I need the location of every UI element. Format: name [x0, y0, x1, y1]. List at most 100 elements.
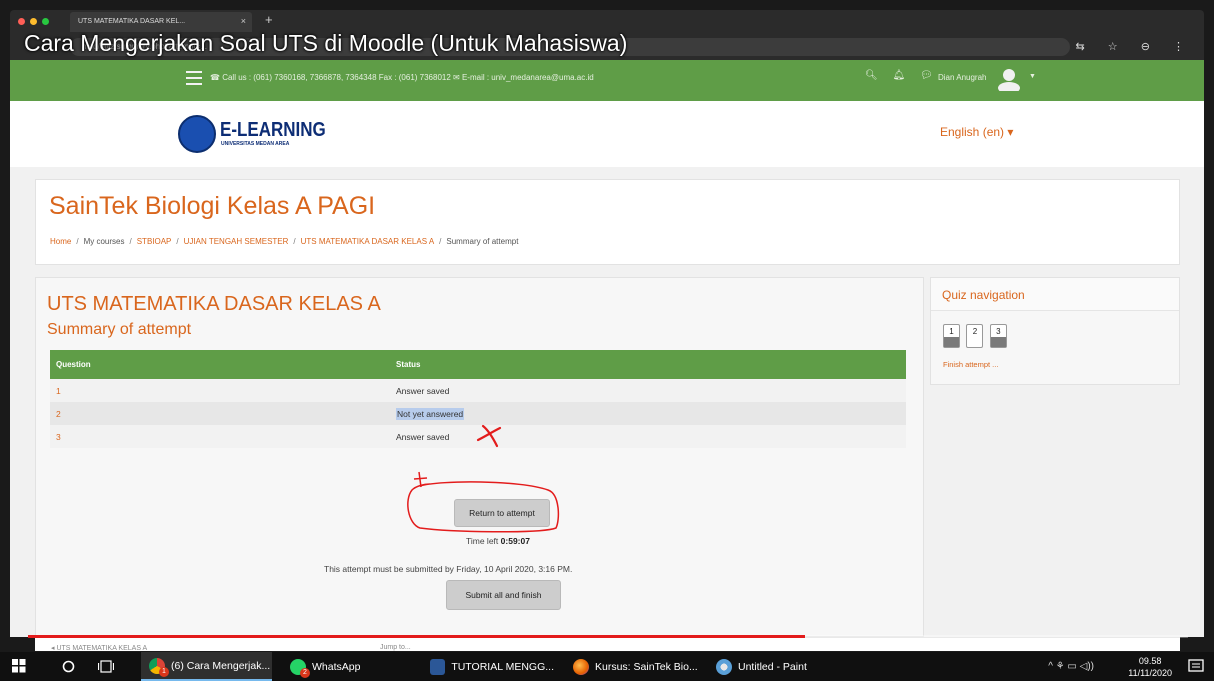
- tab-title: UTS MATEMATIKA DASAR KEL...: [78, 18, 186, 25]
- nav-icons: 🔍︎ 🔔︎ 💬︎: [865, 70, 945, 81]
- table-row: 2 Not yet answered: [50, 402, 906, 425]
- time-left-label: Time left: [466, 536, 499, 546]
- quiz-title: UTS MATEMATIKA DASAR KELAS A: [47, 293, 381, 315]
- attempt-summary-table: Question Status 1 Answer saved 2 Not yet…: [50, 350, 906, 448]
- video-title: Cara Mengerjakan Soal UTS di Moodle (Unt…: [24, 30, 628, 56]
- minimize-window-icon[interactable]: [30, 18, 37, 25]
- time-left-value: 0:59:07: [500, 536, 530, 546]
- user-menu-caret-icon[interactable]: ▼: [1029, 73, 1036, 80]
- windows-start-icon[interactable]: [12, 659, 26, 673]
- logo-subtitle: UNIVERSITAS MEDAN AREA: [221, 141, 290, 147]
- taskbar-item-paint[interactable]: Untitled - Paint: [710, 652, 820, 681]
- whatsapp-icon: 2: [290, 658, 310, 678]
- course-title: SainTek Biologi Kelas A PAGI: [49, 192, 376, 220]
- clock-date: 11/11/2020: [1128, 668, 1172, 678]
- column-header-question: Question: [50, 350, 390, 379]
- logo-title: E-LEARNING: [220, 119, 326, 141]
- table-header-row: Question Status: [50, 350, 906, 379]
- contact-info: ☎ Call us : (061) 7360168, 7366878, 7364…: [210, 73, 594, 82]
- submit-deadline-note: This attempt must be submitted by Friday…: [324, 564, 573, 574]
- breadcrumb-home[interactable]: Home: [50, 237, 71, 246]
- video-progress-fill: [28, 635, 806, 638]
- taskbar-item-label: Kursus: SainTek Bio...: [595, 660, 698, 673]
- question-status: Not yet answered: [396, 407, 465, 420]
- column-header-status: Status: [390, 350, 906, 379]
- breadcrumb-my-courses[interactable]: My courses: [84, 237, 125, 246]
- notification-badge: 2: [300, 667, 310, 678]
- breadcrumb-section[interactable]: UJIAN TENGAH SEMESTER: [184, 237, 289, 246]
- jump-to-select[interactable]: Jump to...: [380, 644, 411, 651]
- chrome-icon: 1: [149, 657, 169, 677]
- return-to-attempt-button[interactable]: Return to attempt: [454, 499, 550, 527]
- taskbar-item-firefox[interactable]: Kursus: SainTek Bio...: [567, 652, 702, 681]
- previous-activity-link[interactable]: ◂ UTS MATEMATIKA KELAS A: [51, 644, 147, 652]
- language-selector[interactable]: English (en) ▾: [940, 125, 1013, 139]
- question-nav-button-1[interactable]: 1: [943, 324, 960, 348]
- tab-close-icon[interactable]: ×: [241, 16, 246, 26]
- site-logo[interactable]: E-LEARNING UNIVERSITAS MEDAN AREA: [178, 113, 378, 157]
- user-avatar-icon[interactable]: [996, 67, 1022, 91]
- search-icon[interactable]: 🔍︎: [865, 70, 878, 81]
- task-view-icon[interactable]: [98, 660, 114, 673]
- breadcrumb: Home / My courses / STBIOAP / UJIAN TENGAH SEM…: [50, 237, 519, 246]
- user-name[interactable]: Dian Anugrah: [938, 73, 986, 82]
- taskbar-item-label: (6) Cara Mengerjak...: [171, 659, 271, 672]
- question-status-cell: Not yet answered: [390, 402, 906, 425]
- question-nav-number: 2: [972, 327, 978, 336]
- breadcrumb-quiz[interactable]: UTS MATEMATIKA DASAR KELAS A: [301, 237, 435, 246]
- answered-indicator: [944, 337, 959, 347]
- taskbar-item-whatsapp[interactable]: 2 WhatsApp: [284, 652, 384, 681]
- new-tab-icon[interactable]: +: [265, 12, 273, 27]
- question-nav-button-2[interactable]: 2: [966, 324, 984, 348]
- taskbar-item-label: Untitled - Paint: [738, 660, 807, 673]
- submit-all-and-finish-button[interactable]: Submit all and finish: [446, 580, 561, 610]
- finish-attempt-link[interactable]: Finish attempt ...: [943, 360, 998, 369]
- system-tray-icons[interactable]: ^ ⚘ ▭ ◁)): [1048, 652, 1094, 681]
- question-nav-button-3[interactable]: 3: [989, 324, 1007, 348]
- answered-indicator: [990, 337, 1006, 347]
- course-header-card: SainTek Biologi Kelas A PAGI Home / My cou…: [35, 179, 1180, 265]
- taskbar-item-label: WhatsApp: [312, 660, 361, 673]
- notifications-bell-icon[interactable]: 🔔︎: [892, 70, 905, 81]
- summary-heading: Summary of attempt: [47, 321, 192, 338]
- taskbar-clock[interactable]: 09.58 11/11/2020: [1128, 655, 1172, 679]
- question-status: Answer saved: [390, 425, 906, 448]
- breadcrumb-course[interactable]: STBIOAP: [137, 237, 172, 246]
- taskbar-item-label: TUTORIAL MENGG...: [451, 660, 554, 673]
- hamburger-menu-icon[interactable]: [186, 71, 202, 85]
- search-circle-icon[interactable]: [62, 660, 75, 673]
- table-row: 3 Answer saved: [50, 425, 906, 448]
- activity-navigation-strip: ◂ UTS MATEMATIKA KELAS A Jump to...: [35, 637, 1180, 652]
- action-center-icon[interactable]: [1188, 659, 1204, 675]
- quiz-navigation-block: Quiz navigation 1 2 3 Finish attempt ...: [930, 277, 1180, 385]
- question-status: Answer saved: [390, 379, 906, 402]
- question-link[interactable]: 3: [50, 425, 390, 448]
- question-nav-number: 3: [996, 327, 1001, 336]
- video-progress-bar[interactable]: [28, 635, 1188, 638]
- page-body: SainTek Biologi Kelas A PAGI Home / My cou…: [10, 167, 1204, 652]
- browser-toolbar-icons[interactable]: ⇆ ☆ ⊖ ⋮: [1076, 40, 1194, 53]
- question-link[interactable]: 2: [50, 402, 390, 425]
- maximize-window-icon[interactable]: [42, 18, 49, 25]
- notification-badge: 1: [159, 666, 169, 677]
- time-left: Time left 0:59:07: [466, 536, 530, 546]
- table-row: 1 Answer saved: [50, 379, 906, 402]
- browser-tab[interactable]: UTS MATEMATIKA DASAR KEL... ×: [70, 12, 252, 32]
- paint-palette-icon: [716, 658, 732, 675]
- taskbar-item-word[interactable]: TUTORIAL MENGG...: [424, 652, 554, 681]
- breadcrumb-current: Summary of attempt: [446, 237, 519, 246]
- messages-icon[interactable]: 💬︎: [920, 70, 933, 81]
- firefox-icon: [573, 658, 589, 675]
- clock-time: 09.58: [1138, 656, 1162, 666]
- site-header: E-LEARNING UNIVERSITAS MEDAN AREA Englis…: [10, 101, 1204, 167]
- windows-taskbar: 1 (6) Cara Mengerjak... 2 WhatsApp TUTOR…: [0, 652, 1214, 681]
- question-link[interactable]: 1: [50, 379, 390, 402]
- close-window-icon[interactable]: [18, 18, 25, 25]
- quiz-navigation-buttons: 1 2 3: [943, 321, 1009, 348]
- quiz-navigation-title: Quiz navigation: [931, 278, 1179, 311]
- word-icon: [430, 658, 446, 675]
- taskbar-item-chrome[interactable]: 1 (6) Cara Mengerjak...: [141, 652, 272, 681]
- screen: UTS MATEMATIKA DASAR KEL... × + mod/quiz…: [0, 0, 1214, 681]
- university-seal-icon: [178, 115, 216, 153]
- quiz-summary-card: UTS MATEMATIKA DASAR KELAS A Summary of …: [35, 277, 924, 637]
